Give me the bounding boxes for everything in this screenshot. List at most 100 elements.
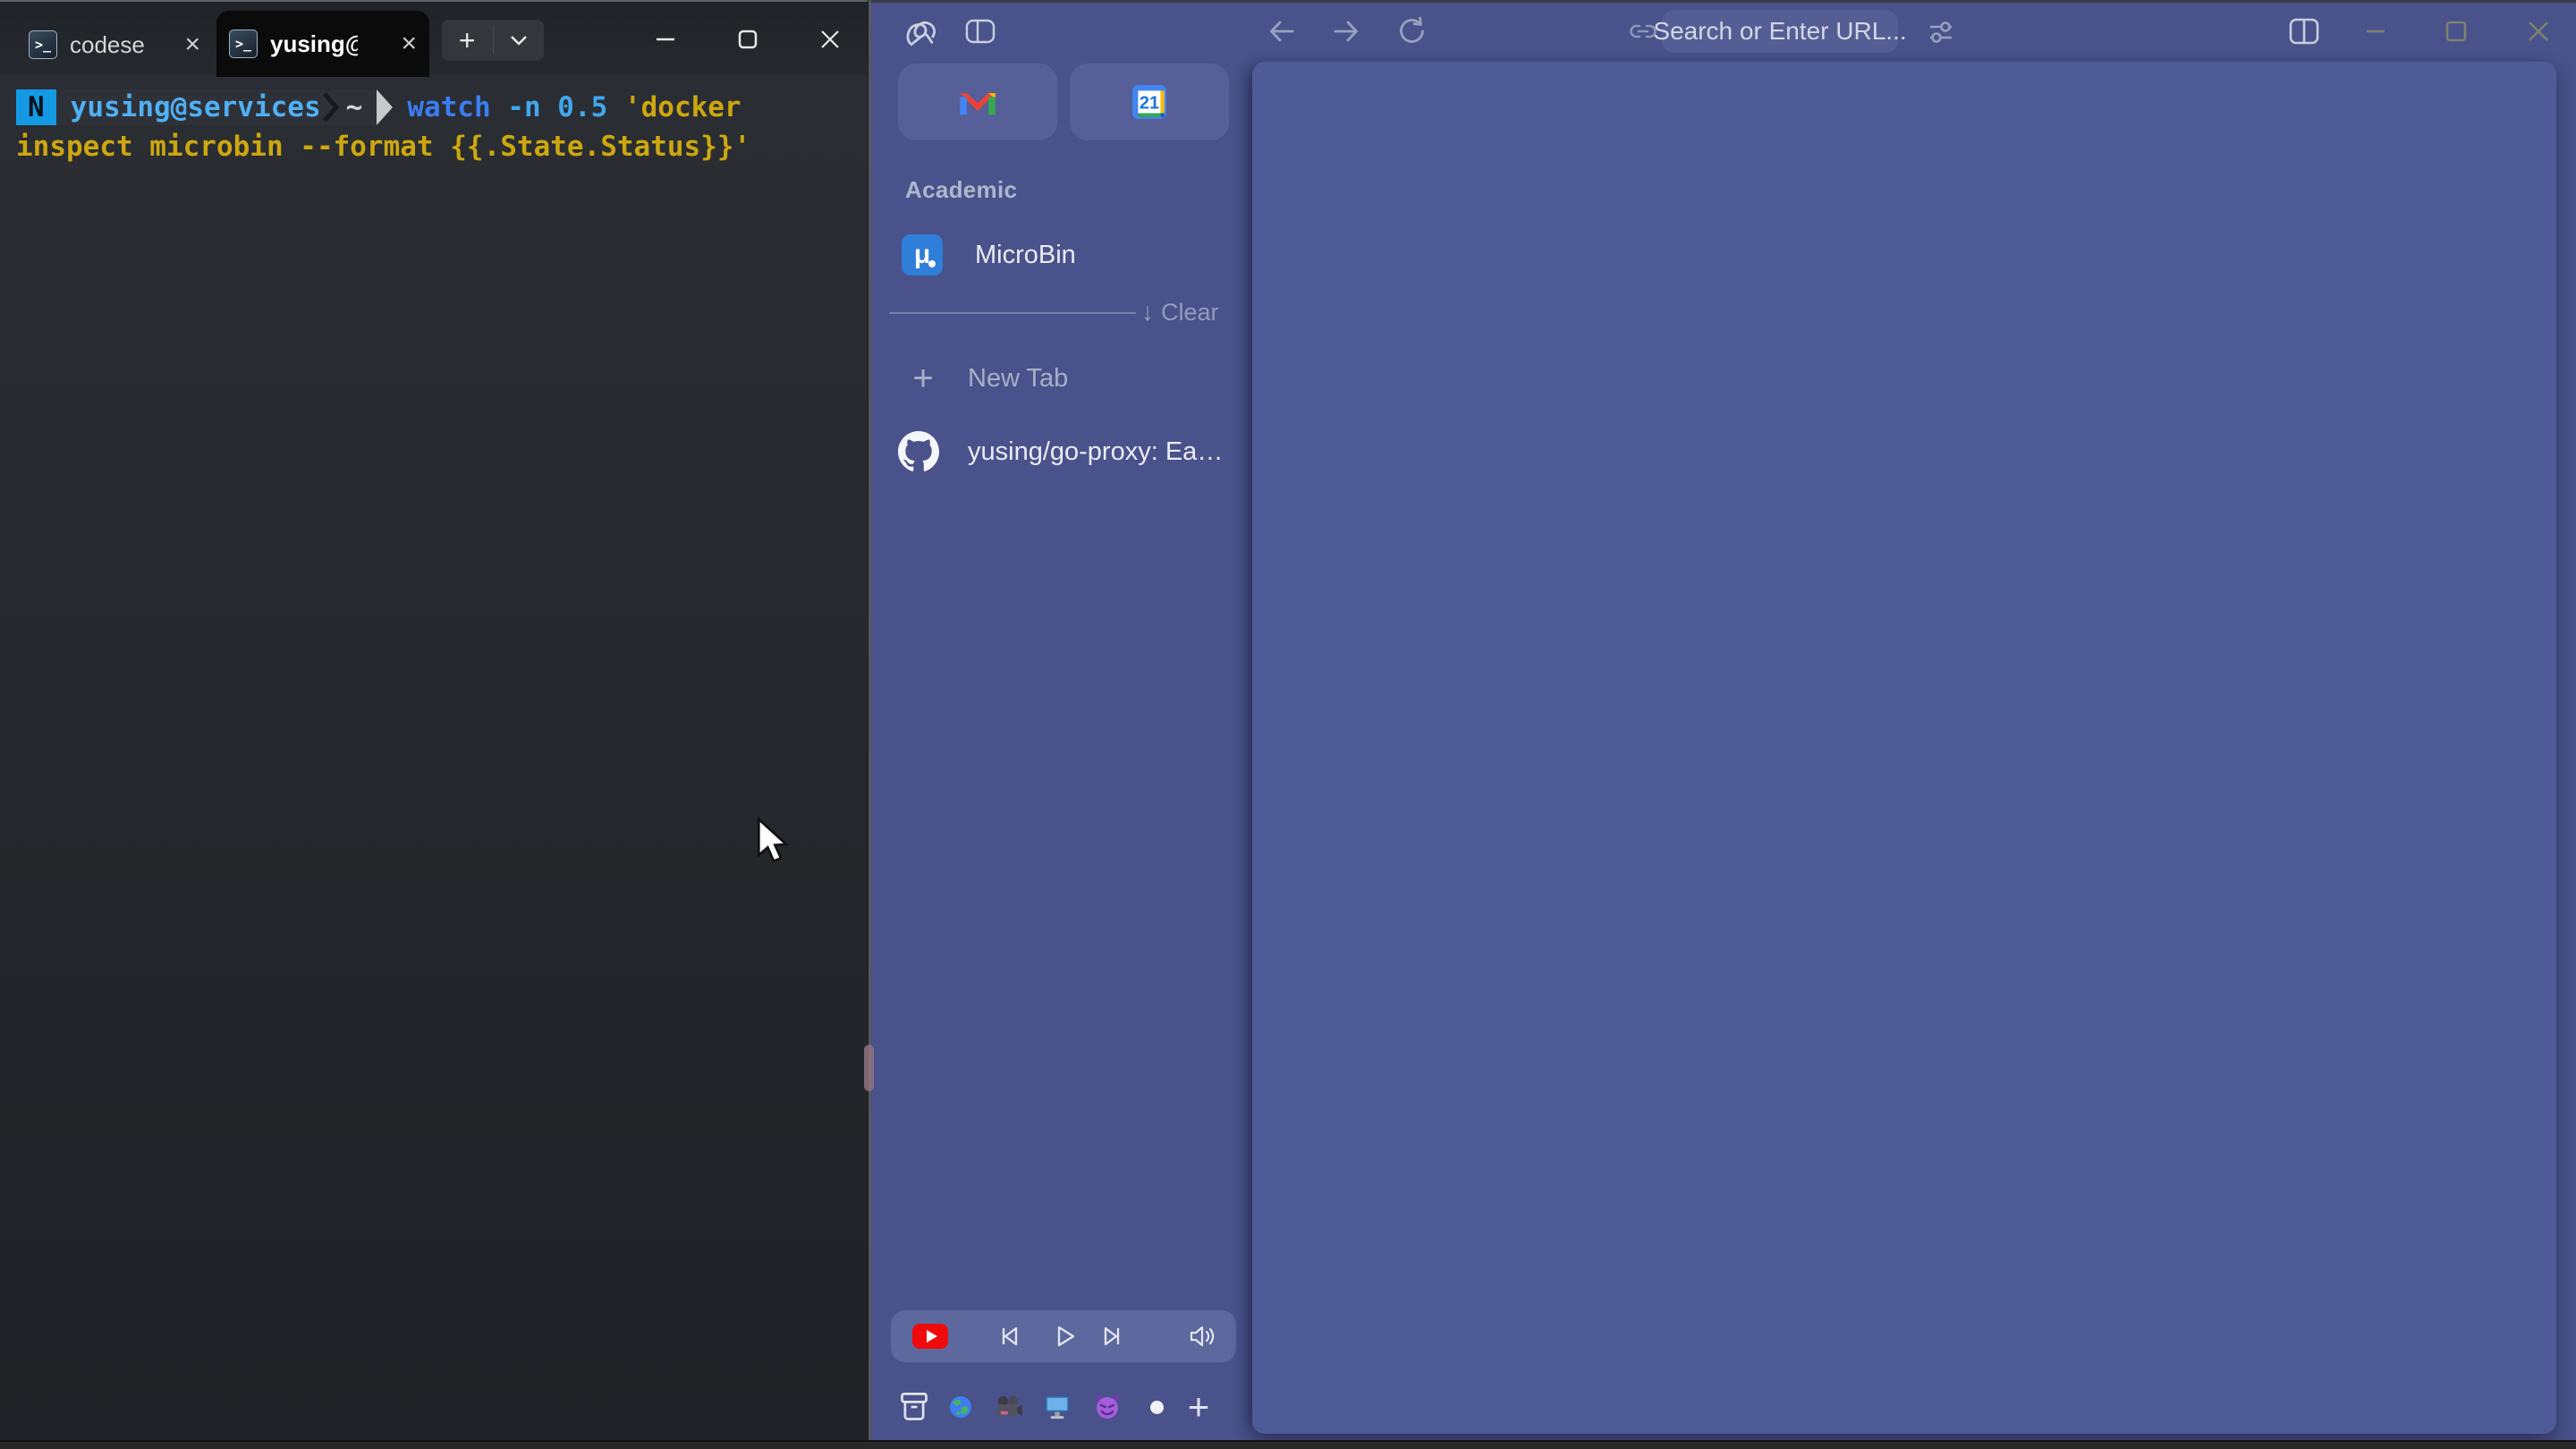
google-calendar-icon: 21 — [1131, 83, 1168, 121]
sidebar-toggle-icon[interactable] — [964, 16, 996, 47]
tab-label: codese — [70, 31, 145, 59]
close-icon — [2522, 15, 2555, 47]
split-view-icon — [2286, 14, 2322, 48]
back-button[interactable] — [1265, 15, 1299, 47]
powershell-icon: >_ — [29, 30, 57, 59]
maximize-icon — [737, 29, 758, 50]
minimize-button[interactable] — [624, 2, 707, 77]
maximize-button[interactable] — [2440, 15, 2472, 47]
clear-tabs-button[interactable]: ↓ Clear — [1141, 298, 1219, 326]
play-icon — [1050, 1322, 1079, 1351]
new-tab-button[interactable]: + New Tab — [886, 352, 1240, 405]
powerline-arrow-icon — [377, 89, 393, 125]
github-icon — [898, 431, 939, 472]
terminal-tab-codese[interactable]: >_ codese × — [20, 13, 209, 77]
tabs-divider — [889, 312, 1136, 314]
close-icon — [818, 28, 842, 51]
terminal-content[interactable]: N yusing@services ~ watch -n 0.5 'docker… — [0, 75, 868, 1440]
desktop-computer-icon — [1044, 1394, 1071, 1419]
workspace-globe-button[interactable] — [945, 1384, 977, 1430]
volume-icon — [1188, 1322, 1218, 1351]
next-icon — [1098, 1322, 1127, 1351]
globe-icon — [949, 1395, 972, 1419]
previous-track-button[interactable] — [995, 1322, 1023, 1351]
microbin-glyph: μ — [914, 240, 930, 270]
command-string-open: 'docker — [624, 91, 741, 123]
chevron-down-icon — [508, 33, 530, 47]
movie-camera-icon — [996, 1394, 1022, 1419]
command-flags: -n 0.5 — [507, 91, 624, 123]
prompt-segment: yusing@services ~ — [56, 89, 377, 125]
workspace-default-button[interactable] — [1143, 1384, 1170, 1430]
new-tab-button[interactable]: + — [442, 24, 493, 57]
plus-icon: + — [1188, 1385, 1210, 1428]
play-glyph — [927, 1330, 937, 1343]
volume-button[interactable] — [1188, 1322, 1218, 1351]
close-button[interactable] — [789, 2, 871, 77]
browser-window: Search or Enter URL... — [871, 0, 2576, 1449]
workspace-camera-button[interactable] — [991, 1384, 1027, 1430]
zen-logo-icon[interactable] — [903, 13, 939, 49]
refresh-icon — [1395, 14, 1429, 48]
minimize-button[interactable] — [2360, 15, 2392, 47]
powerline-chevron-icon — [321, 91, 341, 123]
minimize-icon — [655, 29, 676, 50]
terminal-tab-yusing[interactable]: >_ yusing@ × — [216, 11, 429, 77]
split-view-button[interactable] — [2286, 14, 2322, 48]
arrow-down-icon: ↓ — [1141, 298, 1154, 326]
workspace-switcher: + — [871, 1384, 1252, 1430]
new-tab-group: + — [442, 20, 544, 61]
maximize-icon — [2440, 15, 2472, 47]
media-player — [891, 1310, 1236, 1362]
user-host: yusing@services — [71, 91, 321, 123]
adjust-sliders-icon[interactable] — [1925, 16, 1957, 48]
terminal-window: >_ codese × >_ yusing@ × + — [0, 0, 871, 1449]
maximize-button[interactable] — [707, 2, 789, 77]
close-tab-icon[interactable]: × — [184, 31, 200, 58]
next-track-button[interactable] — [1098, 1322, 1127, 1351]
play-button[interactable] — [1050, 1322, 1079, 1351]
workspace-devil-button[interactable] — [1089, 1384, 1125, 1430]
web-content-area — [1252, 62, 2556, 1434]
back-arrow-icon — [1265, 15, 1299, 47]
sidebar-tab-goproxy[interactable]: yusing/go-proxy: Easy... — [886, 425, 1240, 479]
nix-badge: N — [16, 89, 56, 125]
clear-label: Clear — [1161, 299, 1219, 326]
dot-icon — [1150, 1401, 1164, 1414]
command-string-wrap: inspect microbin --format {{.State.Statu… — [16, 127, 750, 166]
tab-title: MicroBin — [975, 241, 1076, 270]
taskbar-edge — [0, 1440, 2576, 1449]
terminal-window-controls — [624, 2, 871, 77]
split-resize-handle[interactable] — [864, 1045, 874, 1091]
add-workspace-button[interactable]: + — [1181, 1384, 1216, 1430]
previous-icon — [995, 1322, 1023, 1351]
youtube-icon[interactable] — [912, 1324, 948, 1349]
gmail-icon — [958, 87, 997, 117]
forward-arrow-icon — [1329, 15, 1363, 47]
close-tab-icon[interactable]: × — [401, 30, 417, 57]
refresh-button[interactable] — [1395, 14, 1429, 48]
forward-button[interactable] — [1329, 15, 1363, 47]
microbin-icon: μ — [902, 234, 943, 275]
command-program: watch — [407, 91, 507, 123]
sidebar-tab-microbin[interactable]: μ MicroBin — [886, 228, 1240, 282]
powershell-icon: >_ — [229, 30, 258, 58]
minimize-icon — [2360, 15, 2392, 47]
archive-box-icon — [898, 1391, 930, 1423]
tab-label: yusing@ — [270, 30, 358, 58]
pinned-tile-calendar[interactable]: 21 — [1070, 64, 1229, 140]
command-text: watch -n 0.5 'docker — [407, 91, 741, 123]
workspace-section-label: Academic — [905, 176, 1017, 204]
devil-emoji-icon — [1095, 1394, 1120, 1419]
url-bar[interactable]: Search or Enter URL... — [1662, 10, 1898, 53]
plus-icon: + — [905, 359, 941, 399]
pinned-tile-gmail[interactable] — [898, 64, 1057, 140]
microbin-dot — [928, 260, 936, 267]
window-split-divider[interactable] — [868, 0, 871, 1449]
terminal-tab-bar: >_ codese × >_ yusing@ × + — [0, 0, 871, 75]
workspace-archive-button[interactable] — [894, 1384, 934, 1430]
close-button[interactable] — [2522, 15, 2555, 47]
tab-dropdown-button[interactable] — [494, 33, 545, 47]
workspace-desktop-button[interactable] — [1039, 1384, 1075, 1430]
tab-title: yusing/go-proxy: Easy... — [968, 437, 1227, 467]
